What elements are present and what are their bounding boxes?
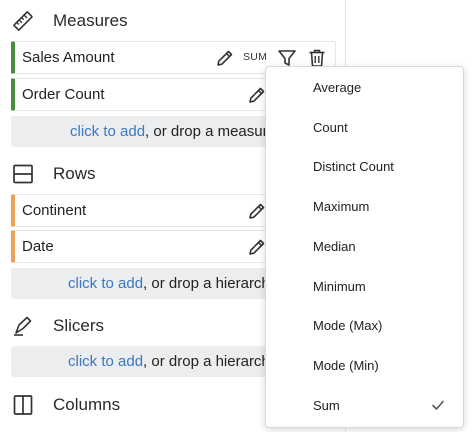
menu-item-average[interactable]: Average: [266, 70, 463, 104]
menu-item-label: Maximum: [313, 198, 370, 214]
menu-item-minimum[interactable]: Minimum: [266, 269, 463, 303]
rows-title: Rows: [53, 164, 96, 183]
menu-item-maximum[interactable]: Maximum: [266, 189, 463, 223]
aggregation-menu: Average Count Distinct Count Maximum Med…: [265, 66, 464, 428]
menu-item-label: Median: [313, 238, 356, 254]
aggregation-button[interactable]: SUM: [243, 51, 267, 63]
menu-item-mode-max[interactable]: Mode (Max): [266, 308, 463, 342]
menu-item-count[interactable]: Count: [266, 110, 463, 144]
menu-item-label: Distinct Count: [313, 158, 394, 174]
menu-item-sum[interactable]: Sum: [266, 388, 463, 422]
slicers-title: Slicers: [53, 316, 105, 335]
measures-title: Measures: [53, 11, 128, 30]
slicer-icon: [12, 315, 34, 337]
dropzone-hint: , or drop a hierarchy: [143, 275, 278, 292]
menu-item-mode-min[interactable]: Mode (Min): [266, 348, 463, 382]
menu-item-label: Average: [313, 79, 362, 95]
ruler-icon: [12, 10, 34, 32]
checkmark-icon: [431, 398, 445, 412]
menu-item-distinct-count[interactable]: Distinct Count: [266, 149, 463, 183]
pencil-icon[interactable]: [214, 47, 236, 69]
dropzone-hint: , or drop a hierarchy: [143, 353, 278, 370]
click-to-add-link[interactable]: click to add: [70, 123, 145, 140]
menu-item-median[interactable]: Median: [266, 229, 463, 263]
field-label: Order Count: [22, 86, 105, 103]
click-to-add-link[interactable]: click to add: [68, 275, 143, 292]
field-label: Date: [22, 238, 54, 255]
menu-item-label: Sum: [313, 397, 340, 413]
rows-icon: [12, 163, 34, 185]
columns-icon: [12, 394, 34, 416]
menu-item-label: Minimum: [313, 278, 366, 294]
click-to-add-link[interactable]: click to add: [68, 353, 143, 370]
menu-item-label: Mode (Max): [313, 317, 383, 333]
field-label: Continent: [22, 202, 87, 219]
menu-item-label: Count: [313, 119, 348, 135]
dropzone-hint: , or drop a measure: [145, 123, 276, 140]
menu-item-label: Mode (Min): [313, 357, 379, 373]
field-label: Sales Amount: [22, 49, 115, 66]
columns-title: Columns: [53, 395, 121, 414]
